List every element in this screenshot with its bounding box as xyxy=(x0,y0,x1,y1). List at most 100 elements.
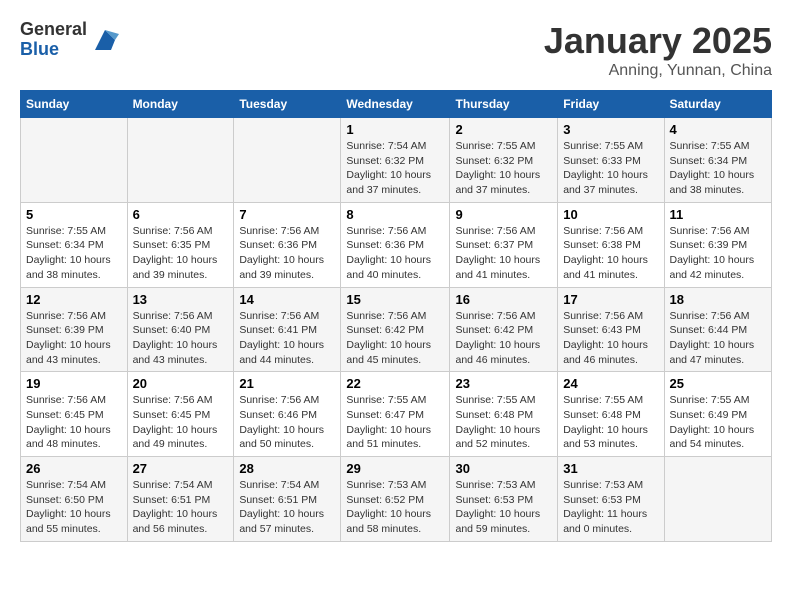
month-title: January 2025 xyxy=(544,20,772,62)
day-info: Sunrise: 7:56 AMSunset: 6:45 PMDaylight:… xyxy=(26,393,122,452)
calendar-cell: 7 Sunrise: 7:56 AMSunset: 6:36 PMDaylight… xyxy=(234,202,341,287)
calendar-cell: 13 Sunrise: 7:56 AMSunset: 6:40 PMDayligh… xyxy=(127,287,234,372)
day-info: Sunrise: 7:56 AMSunset: 6:39 PMDaylight:… xyxy=(670,224,767,283)
day-number: 2 xyxy=(455,122,552,137)
calendar-cell xyxy=(234,118,341,203)
calendar-cell: 24Sunrise: 7:55 AMSunset: 6:48 PMDayligh… xyxy=(558,372,664,457)
day-number: 10 xyxy=(563,207,658,222)
calendar-cell: 15 Sunrise: 7:56 AMSunset: 6:42 PMDayligh… xyxy=(341,287,450,372)
logo-blue: Blue xyxy=(20,40,87,60)
day-info: Sunrise: 7:54 AMSunset: 6:50 PMDaylight:… xyxy=(26,478,122,537)
day-number: 16 xyxy=(455,292,552,307)
day-number: 14 xyxy=(239,292,335,307)
calendar-week-row: 5 Sunrise: 7:55 AMSunset: 6:34 PMDaylight… xyxy=(21,202,772,287)
day-number: 24 xyxy=(563,376,658,391)
day-info: Sunrise: 7:55 AMSunset: 6:34 PMDaylight:… xyxy=(26,224,122,283)
calendar-cell: 19 Sunrise: 7:56 AMSunset: 6:45 PMDayligh… xyxy=(21,372,128,457)
title-block: January 2025 Anning, Yunnan, China xyxy=(544,20,772,80)
day-number: 28 xyxy=(239,461,335,476)
day-info: Sunrise: 7:56 AMSunset: 6:42 PMDaylight:… xyxy=(346,309,444,368)
day-number: 31 xyxy=(563,461,658,476)
calendar-cell: 28 Sunrise: 7:54 AMSunset: 6:51 PMDayligh… xyxy=(234,457,341,542)
day-number: 15 xyxy=(346,292,444,307)
day-number: 8 xyxy=(346,207,444,222)
day-info: Sunrise: 7:56 AMSunset: 6:35 PMDaylight:… xyxy=(133,224,229,283)
weekday-header: Thursday xyxy=(450,91,558,118)
calendar-cell: 25 Sunrise: 7:55 AMSunset: 6:49 PMDayligh… xyxy=(664,372,772,457)
day-number: 5 xyxy=(26,207,122,222)
calendar-cell: 17 Sunrise: 7:56 AMSunset: 6:43 PMDayligh… xyxy=(558,287,664,372)
calendar-week-row: 1 Sunrise: 7:54 AMSunset: 6:32 PMDaylight… xyxy=(21,118,772,203)
day-number: 17 xyxy=(563,292,658,307)
day-info: Sunrise: 7:53 AMSunset: 6:53 PMDaylight:… xyxy=(563,478,658,537)
calendar-cell: 11 Sunrise: 7:56 AMSunset: 6:39 PMDayligh… xyxy=(664,202,772,287)
calendar-table: SundayMondayTuesdayWednesdayThursdayFrid… xyxy=(20,90,772,542)
day-number: 21 xyxy=(239,376,335,391)
day-number: 23 xyxy=(455,376,552,391)
day-info: Sunrise: 7:56 AMSunset: 6:43 PMDaylight:… xyxy=(563,309,658,368)
calendar-cell: 30Sunrise: 7:53 AMSunset: 6:53 PMDayligh… xyxy=(450,457,558,542)
day-number: 27 xyxy=(133,461,229,476)
day-number: 12 xyxy=(26,292,122,307)
calendar-cell: 23Sunrise: 7:55 AMSunset: 6:48 PMDayligh… xyxy=(450,372,558,457)
day-number: 4 xyxy=(670,122,767,137)
calendar-cell: 18Sunrise: 7:56 AMSunset: 6:44 PMDayligh… xyxy=(664,287,772,372)
calendar-week-row: 19 Sunrise: 7:56 AMSunset: 6:45 PMDayligh… xyxy=(21,372,772,457)
day-number: 25 xyxy=(670,376,767,391)
day-info: Sunrise: 7:53 AMSunset: 6:52 PMDaylight:… xyxy=(346,478,444,537)
logo: General Blue xyxy=(20,20,119,60)
weekday-header: Monday xyxy=(127,91,234,118)
day-number: 11 xyxy=(670,207,767,222)
day-number: 26 xyxy=(26,461,122,476)
logo-icon xyxy=(91,26,119,54)
day-info: Sunrise: 7:56 AMSunset: 6:44 PMDaylight:… xyxy=(670,309,767,368)
calendar-cell: 31 Sunrise: 7:53 AMSunset: 6:53 PMDayligh… xyxy=(558,457,664,542)
day-number: 13 xyxy=(133,292,229,307)
calendar-cell xyxy=(127,118,234,203)
calendar-cell: 12Sunrise: 7:56 AMSunset: 6:39 PMDayligh… xyxy=(21,287,128,372)
day-info: Sunrise: 7:54 AMSunset: 6:51 PMDaylight:… xyxy=(239,478,335,537)
day-number: 3 xyxy=(563,122,658,137)
calendar-cell: 14 Sunrise: 7:56 AMSunset: 6:41 PMDayligh… xyxy=(234,287,341,372)
day-info: Sunrise: 7:56 AMSunset: 6:40 PMDaylight:… xyxy=(133,309,229,368)
day-info: Sunrise: 7:54 AMSunset: 6:32 PMDaylight:… xyxy=(346,139,444,198)
weekday-header: Sunday xyxy=(21,91,128,118)
day-info: Sunrise: 7:56 AMSunset: 6:36 PMDaylight:… xyxy=(346,224,444,283)
day-number: 9 xyxy=(455,207,552,222)
calendar-cell: 6 Sunrise: 7:56 AMSunset: 6:35 PMDaylight… xyxy=(127,202,234,287)
calendar-week-row: 12Sunrise: 7:56 AMSunset: 6:39 PMDayligh… xyxy=(21,287,772,372)
day-number: 6 xyxy=(133,207,229,222)
weekday-header: Saturday xyxy=(664,91,772,118)
calendar-cell: 21 Sunrise: 7:56 AMSunset: 6:46 PMDayligh… xyxy=(234,372,341,457)
page-header: General Blue January 2025 Anning, Yunnan… xyxy=(20,20,772,80)
calendar-cell: 29 Sunrise: 7:53 AMSunset: 6:52 PMDayligh… xyxy=(341,457,450,542)
calendar-cell: 4Sunrise: 7:55 AMSunset: 6:34 PMDaylight… xyxy=(664,118,772,203)
day-info: Sunrise: 7:56 AMSunset: 6:36 PMDaylight:… xyxy=(239,224,335,283)
location: Anning, Yunnan, China xyxy=(544,62,772,80)
calendar-cell: 3 Sunrise: 7:55 AMSunset: 6:33 PMDaylight… xyxy=(558,118,664,203)
day-info: Sunrise: 7:55 AMSunset: 6:32 PMDaylight:… xyxy=(455,139,552,198)
day-number: 20 xyxy=(133,376,229,391)
day-number: 1 xyxy=(346,122,444,137)
day-info: Sunrise: 7:56 AMSunset: 6:46 PMDaylight:… xyxy=(239,393,335,452)
calendar-week-row: 26 Sunrise: 7:54 AMSunset: 6:50 PMDayligh… xyxy=(21,457,772,542)
day-info: Sunrise: 7:55 AMSunset: 6:47 PMDaylight:… xyxy=(346,393,444,452)
day-number: 29 xyxy=(346,461,444,476)
calendar-cell: 16 Sunrise: 7:56 AMSunset: 6:42 PMDayligh… xyxy=(450,287,558,372)
day-info: Sunrise: 7:55 AMSunset: 6:33 PMDaylight:… xyxy=(563,139,658,198)
calendar-cell: 8 Sunrise: 7:56 AMSunset: 6:36 PMDaylight… xyxy=(341,202,450,287)
day-number: 30 xyxy=(455,461,552,476)
day-info: Sunrise: 7:56 AMSunset: 6:41 PMDaylight:… xyxy=(239,309,335,368)
day-number: 7 xyxy=(239,207,335,222)
day-info: Sunrise: 7:55 AMSunset: 6:49 PMDaylight:… xyxy=(670,393,767,452)
weekday-header: Wednesday xyxy=(341,91,450,118)
day-info: Sunrise: 7:56 AMSunset: 6:42 PMDaylight:… xyxy=(455,309,552,368)
calendar-cell: 26 Sunrise: 7:54 AMSunset: 6:50 PMDayligh… xyxy=(21,457,128,542)
calendar-cell xyxy=(21,118,128,203)
day-number: 19 xyxy=(26,376,122,391)
calendar-cell: 10Sunrise: 7:56 AMSunset: 6:38 PMDayligh… xyxy=(558,202,664,287)
calendar-cell xyxy=(664,457,772,542)
logo-general: General xyxy=(20,20,87,40)
calendar-cell: 27Sunrise: 7:54 AMSunset: 6:51 PMDayligh… xyxy=(127,457,234,542)
day-number: 22 xyxy=(346,376,444,391)
